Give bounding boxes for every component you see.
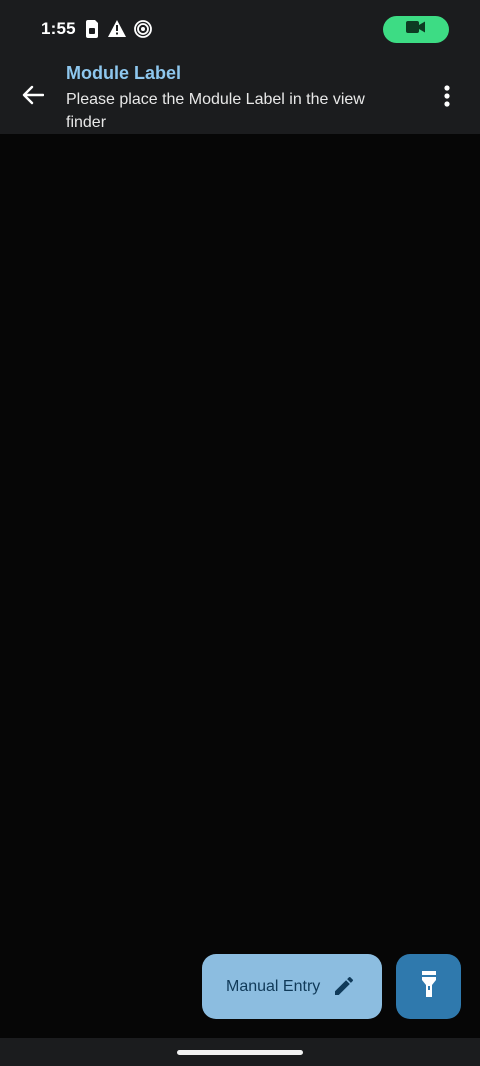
barcode-scanner-screen: 1:55 Module Label Please place the Modul… (0, 0, 480, 1066)
arrow-back-icon (22, 84, 45, 111)
navigation-bar (0, 1038, 480, 1066)
page-subtitle: Please place the Module Label in the vie… (66, 91, 365, 131)
overflow-menu-button[interactable] (432, 80, 462, 116)
back-button[interactable] (14, 78, 52, 116)
videocam-icon (406, 20, 426, 39)
manual-entry-label: Manual Entry (226, 977, 321, 995)
app-bar: Module Label Please place the Module Lab… (0, 58, 480, 134)
pencil-icon (332, 974, 356, 998)
flashlight-button[interactable] (396, 954, 461, 1019)
camera-viewfinder[interactable] (0, 134, 480, 1038)
status-bar: 1:55 (0, 0, 480, 58)
flashlight-icon (421, 971, 437, 1002)
page-title: Module Label (66, 63, 182, 83)
manual-entry-button[interactable]: Manual Entry (202, 954, 382, 1019)
status-time: 1:55 (41, 19, 76, 38)
sim-card-icon (86, 20, 98, 38)
warning-icon (108, 20, 126, 38)
camera-in-use-indicator[interactable] (383, 16, 449, 43)
more-vert-icon (444, 84, 450, 112)
home-indicator[interactable] (177, 1050, 303, 1055)
hotspot-icon (134, 20, 152, 38)
